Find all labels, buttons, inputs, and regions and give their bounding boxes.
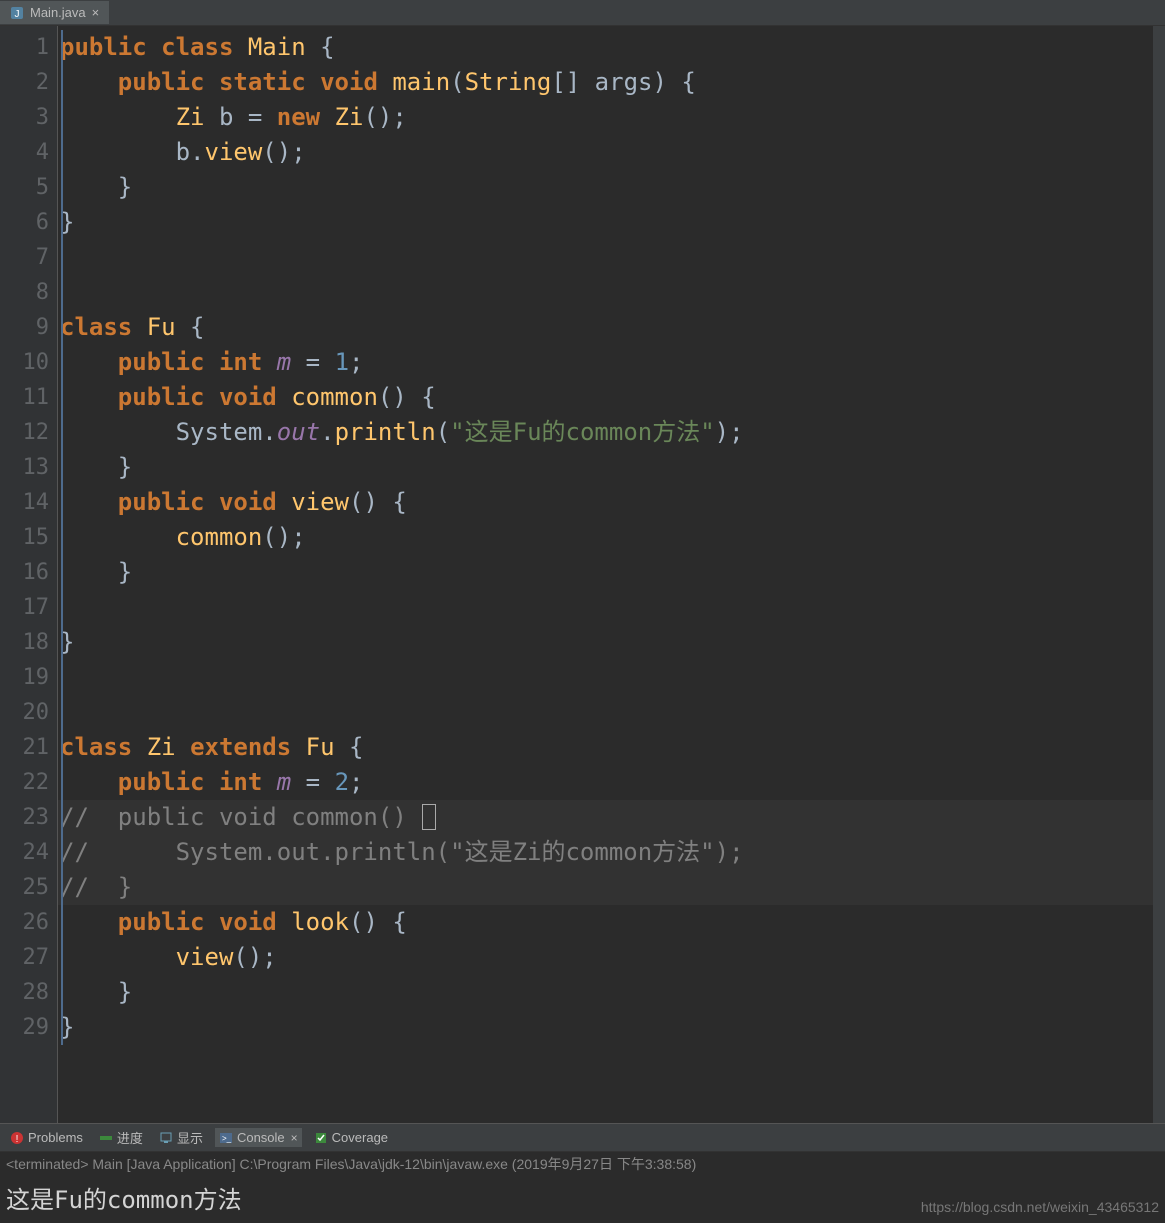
code-line[interactable]: public class Main { (58, 30, 1153, 65)
line-number: 8 (0, 275, 49, 310)
panel-tab-problems[interactable]: ! Problems (6, 1128, 87, 1147)
watermark-text: https://blog.csdn.net/weixin_43465312 (921, 1199, 1159, 1215)
svg-text:>_: >_ (222, 1134, 232, 1143)
code-line[interactable]: } (58, 625, 1153, 660)
code-line[interactable]: public int m = 2; (58, 765, 1153, 800)
line-number: 22 (0, 765, 49, 800)
line-number: 19 (0, 660, 49, 695)
code-line[interactable]: // System.out.println("这是Zi的common方法"); (58, 835, 1153, 870)
line-number: 24 (0, 835, 49, 870)
line-number: 5 (0, 170, 49, 205)
code-line[interactable]: } (58, 205, 1153, 240)
line-number: 3 (0, 100, 49, 135)
display-icon (159, 1131, 173, 1145)
code-line[interactable]: // } (58, 870, 1153, 905)
console-icon: >_ (219, 1131, 233, 1145)
code-line[interactable]: public void view() { (58, 485, 1153, 520)
line-number: 14 (0, 485, 49, 520)
panel-tab-进度[interactable]: 进度 (95, 1126, 147, 1149)
line-number: 11 (0, 380, 49, 415)
code-line[interactable]: public void look() { (58, 905, 1153, 940)
close-icon[interactable]: × (291, 1131, 298, 1145)
code-line[interactable]: System.out.println("这是Fu的common方法"); (58, 415, 1153, 450)
line-number: 27 (0, 940, 49, 975)
code-line[interactable]: common(); (58, 520, 1153, 555)
code-line[interactable]: public int m = 1; (58, 345, 1153, 380)
console-output-area[interactable]: 这是Fu的common方法 https://blog.csdn.net/weix… (0, 1176, 1165, 1223)
line-number: 12 (0, 415, 49, 450)
line-number: 9 (0, 310, 49, 345)
line-number: 4 (0, 135, 49, 170)
editor-tab-main-java[interactable]: J Main.java × (0, 1, 109, 24)
line-number: 6 (0, 205, 49, 240)
line-number: 20 (0, 695, 49, 730)
code-line[interactable] (58, 695, 1153, 730)
java-file-icon: J (10, 6, 24, 20)
editor-tab-bar: J Main.java × (0, 0, 1165, 26)
vertical-scrollbar[interactable] (1153, 26, 1165, 1123)
code-line[interactable] (58, 275, 1153, 310)
code-line[interactable]: Zi b = new Zi(); (58, 100, 1153, 135)
line-number: 23 (0, 800, 49, 835)
problems-icon: ! (10, 1131, 24, 1145)
panel-tab-label: 显示 (177, 1128, 203, 1147)
code-line[interactable]: } (58, 1010, 1153, 1045)
line-number: 29 (0, 1010, 49, 1045)
console-output-text: 这是Fu的common方法 (6, 1180, 242, 1215)
line-number: 15 (0, 520, 49, 555)
code-line[interactable]: b.view(); (58, 135, 1153, 170)
line-number: 10 (0, 345, 49, 380)
code-line[interactable]: class Fu { (58, 310, 1153, 345)
line-number: 26 (0, 905, 49, 940)
line-number: 1 (0, 30, 49, 65)
code-line[interactable]: } (58, 975, 1153, 1010)
panel-tab-console[interactable]: >_ Console × (215, 1128, 302, 1147)
panel-tab-显示[interactable]: 显示 (155, 1126, 207, 1149)
code-line[interactable] (58, 240, 1153, 275)
line-number: 16 (0, 555, 49, 590)
line-number: 17 (0, 590, 49, 625)
line-number: 7 (0, 240, 49, 275)
code-line[interactable]: public void common() { (58, 380, 1153, 415)
text-cursor (422, 804, 436, 830)
code-editor[interactable]: 1234567891011121314151617181920212223242… (0, 26, 1165, 1123)
coverage-icon (314, 1131, 328, 1145)
line-number: 25 (0, 870, 49, 905)
code-line[interactable]: // public void common() (58, 800, 1153, 835)
line-number-gutter: 1234567891011121314151617181920212223242… (0, 26, 58, 1123)
editor-tab-label: Main.java (30, 5, 86, 20)
code-line[interactable]: public static void main(String[] args) { (58, 65, 1153, 100)
panel-tab-label: Coverage (332, 1130, 388, 1145)
line-number: 13 (0, 450, 49, 485)
code-line[interactable]: } (58, 555, 1153, 590)
code-line[interactable]: } (58, 170, 1153, 205)
svg-text:!: ! (16, 1134, 19, 1145)
panel-tab-label: 进度 (117, 1128, 143, 1147)
fold-bar (58, 30, 68, 1123)
svg-text:J: J (15, 9, 20, 20)
panel-tab-label: Problems (28, 1130, 83, 1145)
line-number: 21 (0, 730, 49, 765)
bottom-panel-tabs: ! Problems 进度 显示 >_ Console × Coverage (0, 1123, 1165, 1151)
code-line[interactable] (58, 590, 1153, 625)
line-number: 18 (0, 625, 49, 660)
code-line[interactable]: } (58, 450, 1153, 485)
close-icon[interactable]: × (92, 5, 100, 20)
code-line[interactable] (58, 660, 1153, 695)
console-header: <terminated> Main [Java Application] C:\… (0, 1151, 1165, 1176)
panel-tab-coverage[interactable]: Coverage (310, 1128, 392, 1147)
progress-icon (99, 1131, 113, 1145)
code-content[interactable]: public class Main { public static void m… (58, 26, 1153, 1123)
line-number: 28 (0, 975, 49, 1010)
line-number: 2 (0, 65, 49, 100)
code-line[interactable]: view(); (58, 940, 1153, 975)
panel-tab-label: Console (237, 1130, 285, 1145)
code-line[interactable]: class Zi extends Fu { (58, 730, 1153, 765)
